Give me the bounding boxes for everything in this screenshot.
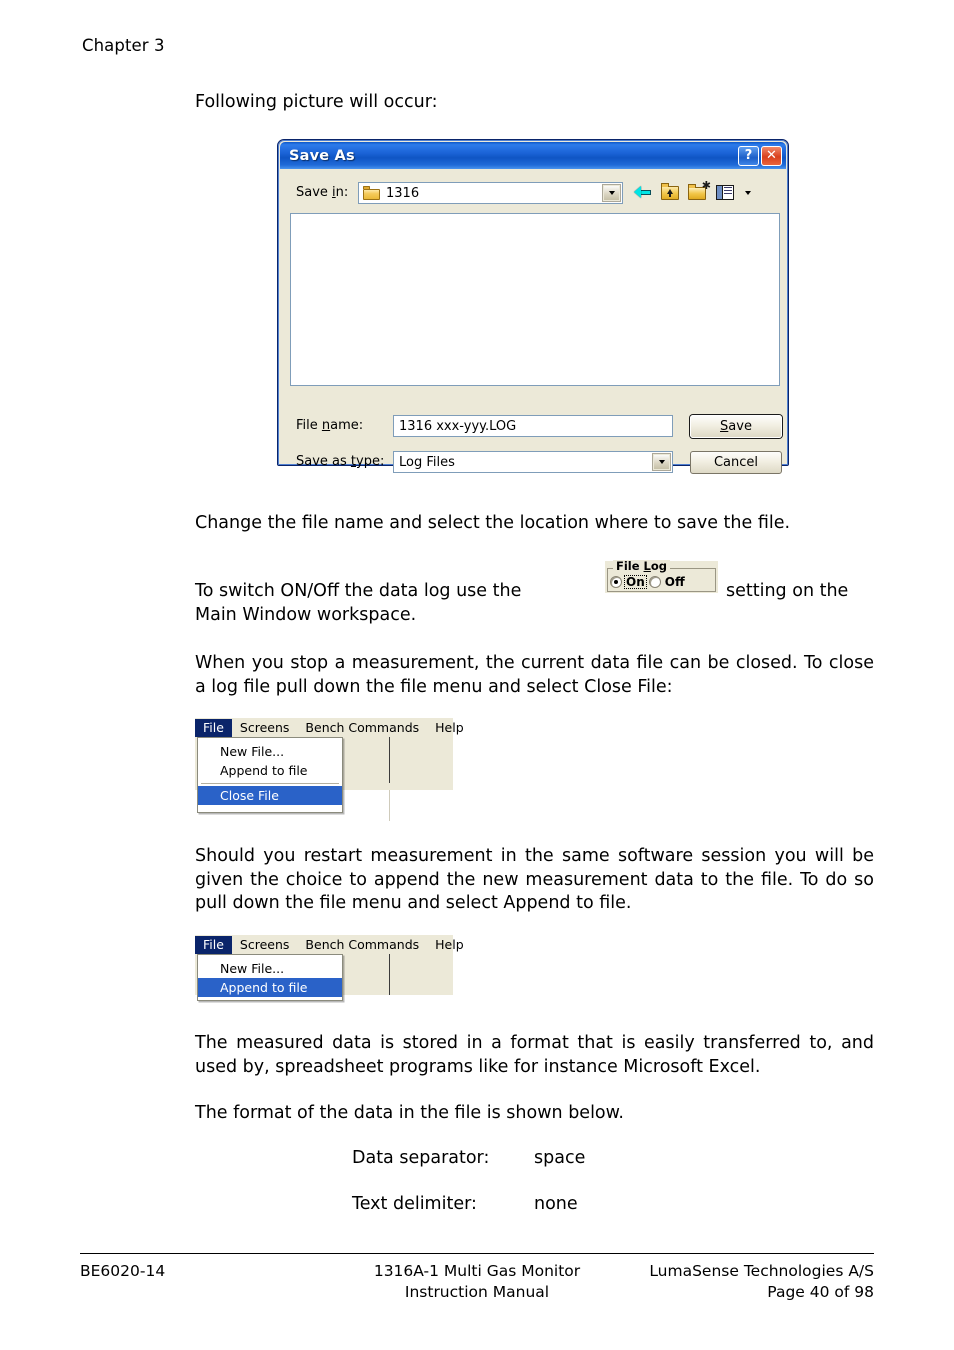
canvas-divider-1: [389, 737, 390, 783]
footer-divider: [80, 1253, 874, 1254]
restart-measurement-paragraph: Should you restart measurement in the sa…: [195, 846, 874, 913]
menubar-item-help-2[interactable]: Help: [427, 936, 472, 954]
save-in-label: Save in:: [296, 185, 349, 200]
titlebar-buttons: ? ✕: [738, 145, 782, 166]
radio-off[interactable]: [648, 576, 661, 588]
help-icon[interactable]: ?: [738, 145, 759, 166]
menu-separator-1: [201, 783, 339, 784]
save-as-type-chevron-down-icon[interactable]: [653, 454, 670, 470]
file-dropdown-2: New File... Append to file: [197, 954, 343, 1001]
save-in-value: 1316: [386, 185, 420, 201]
file-name-row: File name: 1316 xxx-yyy.LOG Save: [290, 415, 782, 439]
footer-right-line2: Page 40 of 98: [767, 1283, 874, 1301]
change-filename-paragraph: Change the file name and select the loca…: [195, 513, 791, 533]
radio-on[interactable]: [610, 576, 622, 588]
dialog-body: Save in: 1316 ✱ File name: 1316 xxx-yyy.…: [280, 169, 786, 474]
menubar-item-help-1[interactable]: Help: [427, 719, 472, 737]
save-as-type-value: Log Files: [399, 454, 455, 470]
format-shown-paragraph: The format of the data in the file is sh…: [195, 1103, 624, 1123]
close-icon[interactable]: ✕: [761, 145, 782, 166]
footer-center: 1316A-1 Multi Gas Monitor Instruction Ma…: [327, 1261, 627, 1303]
menubar-item-file-1[interactable]: File: [195, 718, 232, 737]
up-one-level-icon[interactable]: [660, 182, 682, 203]
file-log-radio-group: On Off: [610, 575, 687, 589]
dialog-titlebar: Save As ? ✕: [280, 142, 786, 169]
menu-item-append-to-file-1[interactable]: Append to file: [198, 761, 342, 780]
menubar-item-file-2[interactable]: File: [195, 935, 232, 954]
menu-item-close-file-1[interactable]: Close File: [198, 786, 342, 805]
footer-right-line1: LumaSense Technologies A/S: [649, 1262, 874, 1280]
menubar-item-bench-commands-2[interactable]: Bench Commands: [297, 936, 427, 954]
save-as-type-label: Save as type:: [296, 454, 385, 469]
file-log-legend: File Log: [613, 560, 671, 572]
folder-icon: [363, 186, 380, 200]
switch-onoff-paragraph-post: setting on the: [726, 581, 849, 601]
intro-paragraph: Following picture will occur:: [195, 92, 438, 112]
canvas-divider-2: [389, 954, 390, 995]
save-as-type-row: Save as type: Log Files Cancel: [290, 451, 782, 475]
page-header-chapter: Chapter 3: [82, 36, 165, 55]
text-delimiter-term: Text delimiter:: [352, 1194, 477, 1214]
stop-measurement-paragraph: When you stop a measurement, the current…: [195, 653, 874, 697]
text-delimiter-value: none: [534, 1194, 578, 1214]
dialog-toolbar: ✱: [632, 180, 751, 203]
save-as-type-combobox[interactable]: Log Files: [393, 451, 673, 473]
save-button[interactable]: Save: [690, 415, 782, 438]
chevron-down-icon[interactable]: [603, 185, 620, 201]
canvas-divider-1b: [389, 790, 390, 821]
file-log-groupbox: File Log On Off: [605, 560, 718, 593]
dialog-title: Save As: [289, 147, 355, 164]
footer-center-line1: 1316A-1 Multi Gas Monitor: [373, 1262, 581, 1280]
switch-onoff-paragraph-pre: To switch ON/Off the data log use the: [195, 581, 522, 601]
file-name-label: File name:: [296, 418, 364, 433]
menu-item-new-file-1[interactable]: New File...: [198, 742, 342, 761]
views-icon[interactable]: [716, 182, 738, 203]
cancel-button[interactable]: Cancel: [690, 451, 782, 474]
menubar-2: File Screens Bench Commands Help: [195, 935, 464, 954]
file-dropdown-1: New File... Append to file Close File: [197, 737, 343, 813]
new-folder-icon[interactable]: ✱: [688, 180, 711, 203]
footer-center-line2: Instruction Manual: [404, 1283, 550, 1301]
menu-item-new-file-2[interactable]: New File...: [198, 959, 342, 978]
file-list-area[interactable]: [290, 213, 780, 386]
footer-left: BE6020-14: [80, 1262, 166, 1280]
menubar-item-bench-commands-1[interactable]: Bench Commands: [297, 719, 427, 737]
switch-onoff-paragraph-line2: Main Window workspace.: [195, 605, 417, 625]
radio-on-label[interactable]: On: [624, 575, 647, 589]
back-arrow-icon[interactable]: [632, 182, 654, 203]
file-menu-close-screenshot: File Screens Bench Commands Help New Fil…: [195, 718, 464, 821]
menubar-item-screens-2[interactable]: Screens: [232, 936, 298, 954]
save-in-combobox[interactable]: 1316: [358, 182, 623, 204]
menubar-1: File Screens Bench Commands Help: [195, 718, 464, 737]
menubar-item-screens-1[interactable]: Screens: [232, 719, 298, 737]
data-separator-value: space: [534, 1148, 586, 1168]
views-chevron-down-icon[interactable]: [745, 190, 751, 195]
data-separator-term: Data separator:: [352, 1148, 490, 1168]
save-as-dialog: Save As ? ✕ Save in: 1316 ✱ File name: 1…: [277, 139, 789, 474]
file-menu-append-screenshot: File Screens Bench Commands Help New Fil…: [195, 935, 464, 1005]
save-in-row: Save in: 1316 ✱: [290, 180, 780, 206]
footer-right: LumaSense Technologies A/S Page 40 of 98: [640, 1261, 874, 1303]
stored-format-paragraph: The measured data is stored in a format …: [195, 1033, 874, 1077]
file-name-input[interactable]: 1316 xxx-yyy.LOG: [393, 415, 673, 437]
radio-off-label[interactable]: Off: [663, 575, 687, 589]
menu-item-append-to-file-2[interactable]: Append to file: [198, 978, 342, 997]
